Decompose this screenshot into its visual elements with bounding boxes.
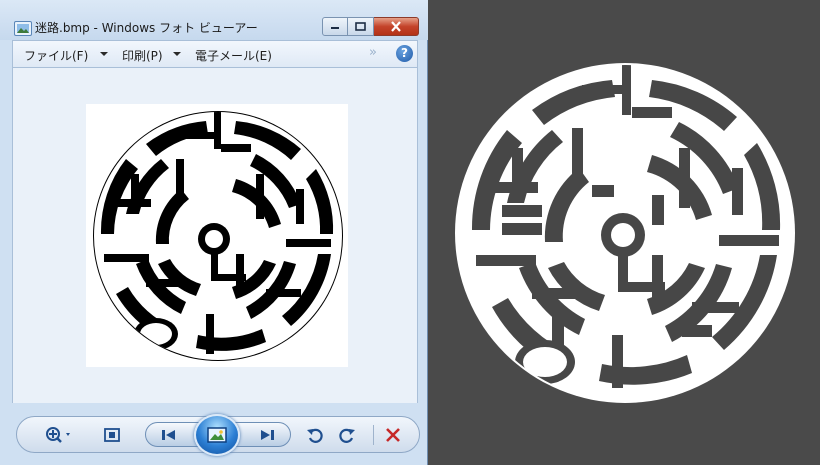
menu-file-dropdown-icon[interactable] (100, 52, 108, 56)
maximize-icon (355, 22, 366, 31)
slideshow-button[interactable] (194, 414, 240, 456)
toolbar-separator (373, 425, 374, 445)
window-controls (322, 17, 419, 36)
photo-viewer-window: 迷路.bmp - Windows フォト ビューアー ファイル(F) 印刷(P)… (0, 0, 428, 465)
maze-image-enlarged (452, 55, 802, 407)
menu-print[interactable]: 印刷(P) (122, 47, 163, 64)
previous-icon (162, 430, 175, 440)
photo-viewer-app-icon (14, 21, 32, 36)
actual-size-icon (104, 428, 120, 442)
help-icon[interactable]: ? (396, 45, 413, 62)
title-bar[interactable]: 迷路.bmp - Windows フォト ビューアー (0, 0, 428, 40)
viewer-toolbar (16, 414, 420, 456)
slideshow-icon (207, 427, 227, 443)
window-title: 迷路.bmp - Windows フォト ビューアー (35, 21, 258, 35)
menu-print-dropdown-icon[interactable] (173, 52, 181, 56)
maximize-button[interactable] (348, 17, 374, 36)
close-icon (391, 21, 401, 32)
previous-button[interactable] (154, 425, 184, 445)
actual-size-button[interactable] (99, 424, 125, 446)
maze-image-thumbnail (86, 104, 348, 367)
next-icon (261, 430, 274, 440)
image-view-area (12, 68, 418, 403)
rotate-left-icon (307, 428, 323, 443)
menu-file[interactable]: ファイル(F) (24, 47, 88, 64)
minimize-icon (331, 26, 339, 29)
next-button[interactable] (252, 425, 282, 445)
menu-email[interactable]: 電子メール(E) (195, 47, 272, 64)
menu-bar: ファイル(F) 印刷(P) 電子メール(E) » ? (12, 40, 418, 68)
rotate-right-icon (339, 428, 355, 443)
zoom-icon (46, 427, 70, 443)
minimize-button[interactable] (322, 17, 348, 36)
zoom-button[interactable] (41, 424, 75, 446)
close-button[interactable] (374, 17, 419, 36)
rotate-right-button[interactable] (335, 424, 359, 446)
delete-icon (386, 428, 400, 442)
rotate-left-button[interactable] (303, 424, 327, 446)
menu-overflow-icon[interactable]: » (369, 45, 377, 60)
delete-button[interactable] (381, 424, 405, 446)
